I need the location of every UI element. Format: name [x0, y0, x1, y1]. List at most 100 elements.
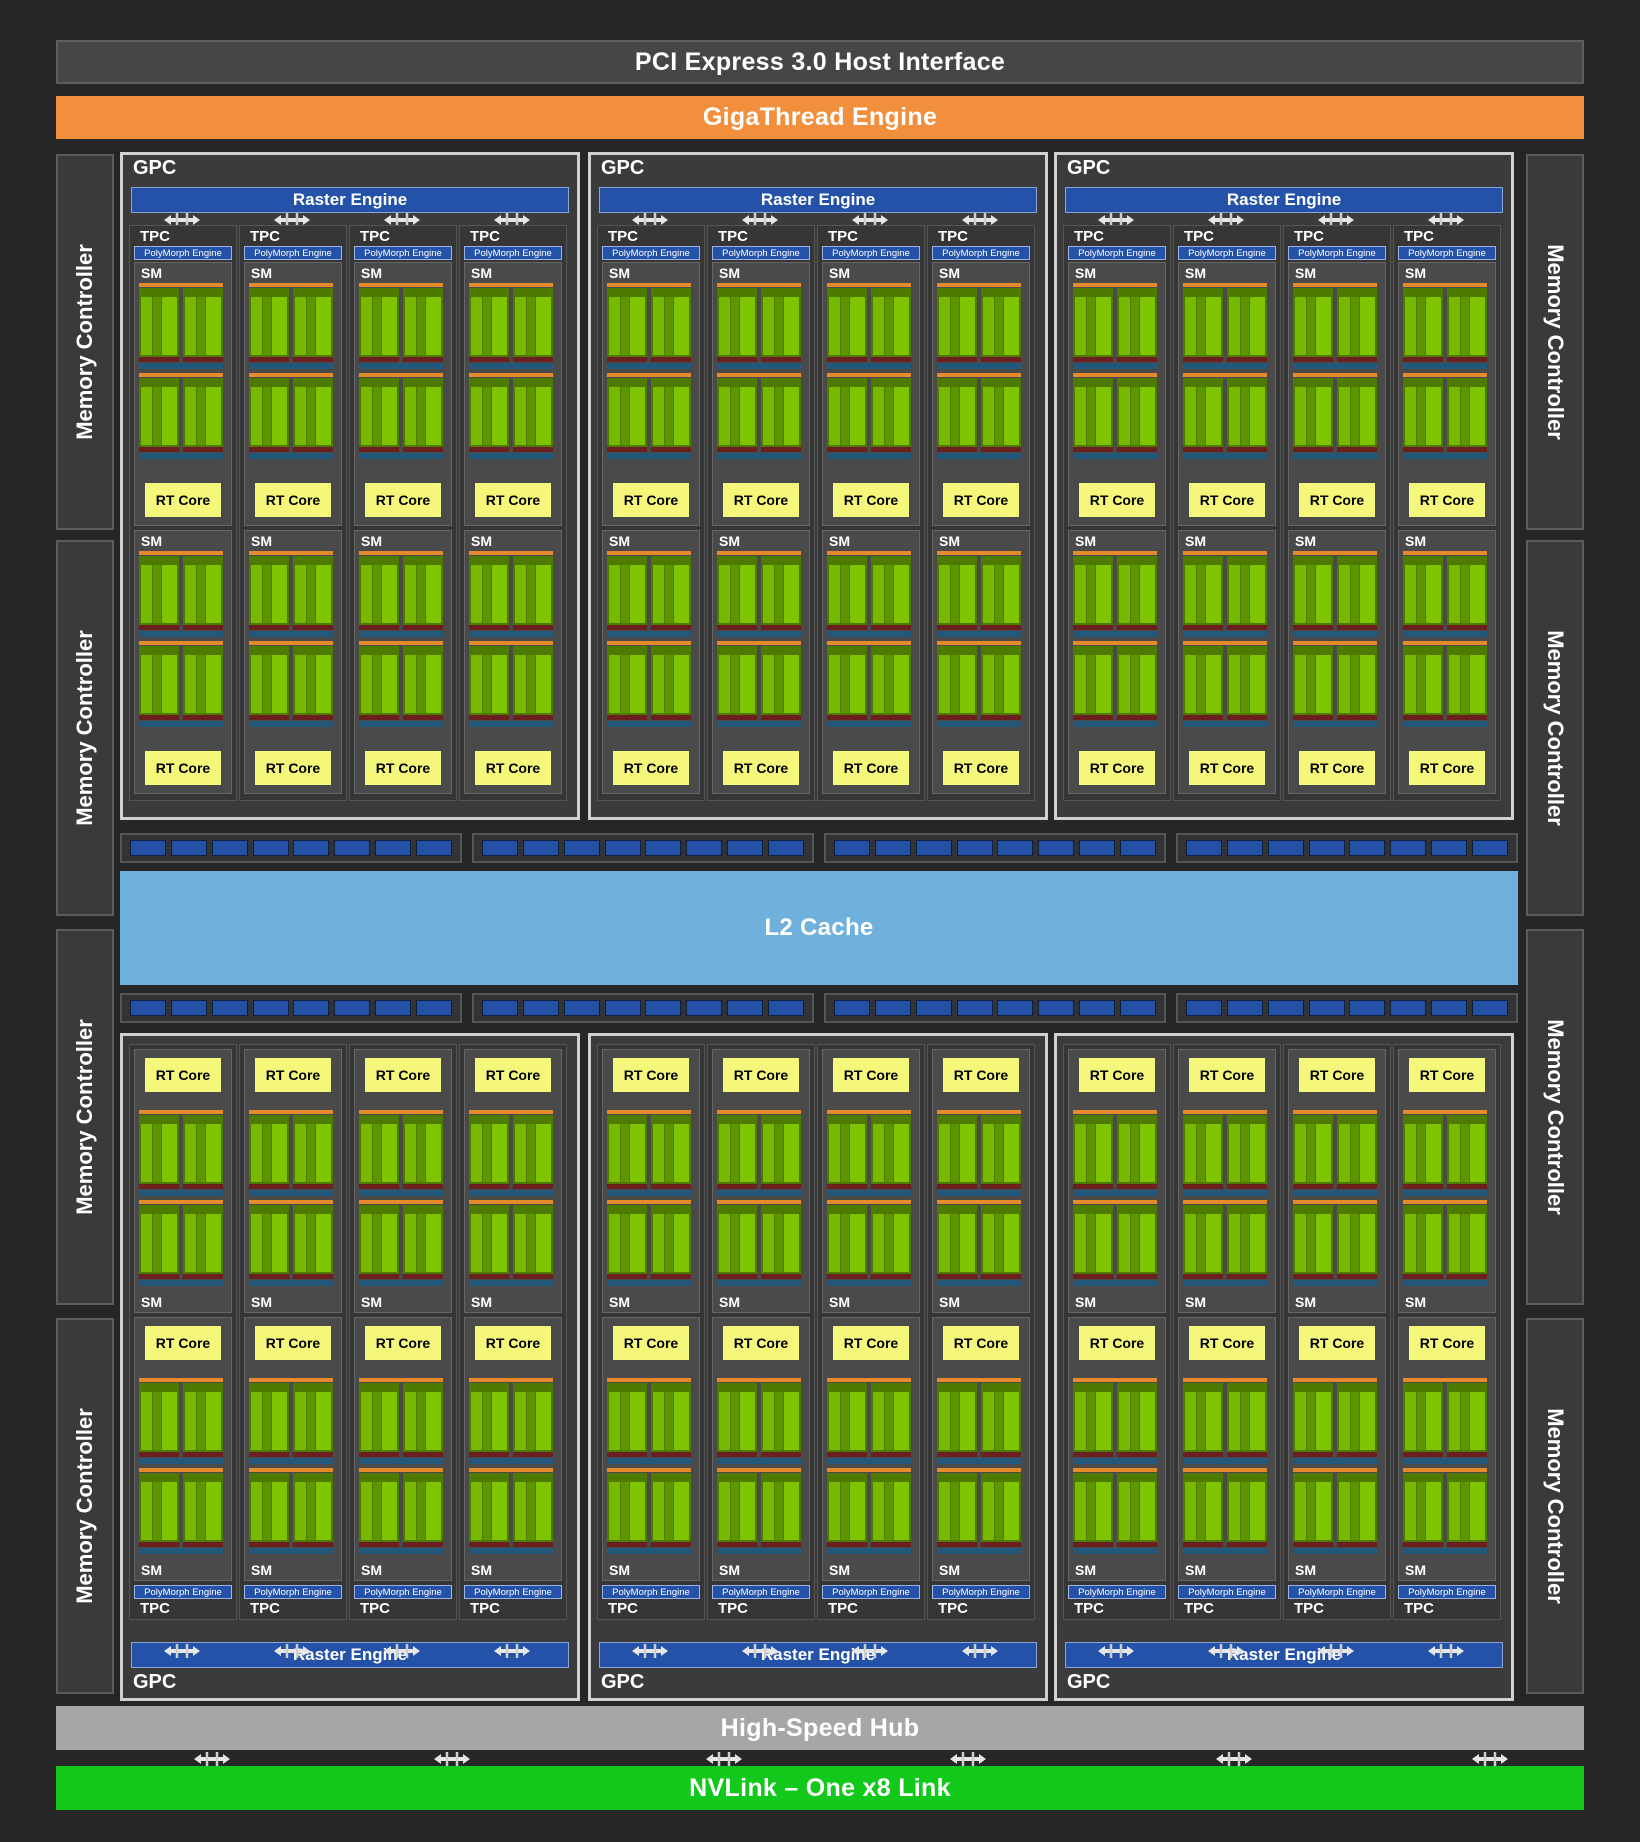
- tpc-block: TPC PolyMorph Engine SM RT Core SM RT Core: [129, 225, 237, 801]
- sm-label: SM: [141, 1562, 162, 1578]
- tpc-block: TPC PolyMorph Engine RT Core SM RT Core SM: [349, 1044, 457, 1620]
- sm-label: SM: [1075, 533, 1096, 549]
- cuda-core-blocks: [1073, 1378, 1157, 1554]
- tpc-label: TPC: [828, 228, 858, 245]
- rt-core: RT Core: [475, 1326, 551, 1360]
- sm-label: SM: [361, 1294, 382, 1310]
- cuda-core-blocks: [607, 551, 691, 727]
- cuda-core-blocks: [717, 1378, 801, 1554]
- memory-channel: [997, 840, 1034, 856]
- polymorph-engine: PolyMorph Engine: [822, 246, 920, 260]
- sm-block: RT Core SM: [932, 1049, 1030, 1313]
- sm-block: RT Core SM: [464, 1317, 562, 1581]
- rt-core: RT Core: [1189, 751, 1265, 785]
- tpc-label: TPC: [250, 1600, 280, 1617]
- memory-channel: [1267, 840, 1304, 856]
- rt-core: RT Core: [145, 483, 221, 517]
- sm-label: SM: [251, 1294, 272, 1310]
- tpc-block: TPC PolyMorph Engine RT Core SM RT Core SM: [597, 1044, 705, 1620]
- sm-label: SM: [471, 1562, 492, 1578]
- sm-label: SM: [609, 265, 630, 281]
- sm-core-array: [1073, 551, 1161, 731]
- sm-core-array: [717, 283, 805, 463]
- sm-label: SM: [719, 265, 740, 281]
- memory-channel: [1038, 1000, 1075, 1016]
- rt-core: RT Core: [723, 751, 799, 785]
- memory-channel: [604, 1000, 641, 1016]
- gpc-block: GPC Raster Engine TPC PolyMorph Engine RT Co…: [588, 1033, 1048, 1701]
- sm-label: SM: [1185, 265, 1206, 281]
- memory-controller-left-2: Memory Controller: [56, 540, 114, 916]
- raster-engine: Raster Engine: [1065, 187, 1503, 213]
- memory-interface-bar: [120, 993, 462, 1023]
- gpc-block: GPC Raster Engine TPC PolyMorph Engine SM RT …: [1054, 152, 1514, 820]
- rt-core: RT Core: [943, 1326, 1019, 1360]
- memory-interface-bar: [824, 833, 1166, 863]
- sm-core-array: [1183, 1110, 1271, 1290]
- sm-block: SM RT Core: [354, 262, 452, 526]
- bidirectional-arrow-icon: [1216, 1752, 1252, 1766]
- rt-core: RT Core: [613, 751, 689, 785]
- sm-block: RT Core SM: [134, 1317, 232, 1581]
- memory-channel: [727, 1000, 764, 1016]
- rt-core: RT Core: [723, 1058, 799, 1092]
- cuda-core-blocks: [717, 283, 801, 459]
- nvlink: NVLink – One x8 Link: [56, 1766, 1584, 1810]
- sm-label: SM: [1295, 533, 1316, 549]
- sm-block: RT Core SM: [822, 1049, 920, 1313]
- sm-block: SM RT Core: [1398, 530, 1496, 794]
- cuda-core-blocks: [937, 283, 1021, 459]
- sm-block: SM RT Core: [464, 530, 562, 794]
- cuda-core-blocks: [607, 1110, 691, 1286]
- sm-block: RT Core SM: [602, 1317, 700, 1581]
- tpc-block: TPC PolyMorph Engine SM RT Core SM RT Core: [459, 225, 567, 801]
- rt-core: RT Core: [1409, 483, 1485, 517]
- cuda-core-blocks: [937, 551, 1021, 727]
- sm-label: SM: [141, 533, 162, 549]
- sm-block: SM RT Core: [602, 262, 700, 526]
- polymorph-engine: PolyMorph Engine: [712, 1585, 810, 1599]
- sm-label: SM: [1295, 265, 1316, 281]
- sm-block: SM RT Core: [712, 262, 810, 526]
- bidirectional-arrow-icon: [632, 1644, 668, 1658]
- gpc-title: GPC: [601, 157, 645, 179]
- rt-core: RT Core: [145, 1058, 221, 1092]
- sm-core-array: [827, 283, 915, 463]
- polymorph-engine: PolyMorph Engine: [354, 1585, 452, 1599]
- memory-interface-bar: [120, 833, 462, 863]
- sm-core-array: [469, 551, 557, 731]
- sm-core-array: [1293, 283, 1381, 463]
- sm-block: SM RT Core: [932, 530, 1030, 794]
- memory-controller-left-4: Memory Controller: [56, 1318, 114, 1694]
- rt-core: RT Core: [1299, 1326, 1375, 1360]
- sm-core-array: [469, 283, 557, 463]
- memory-controller-right-3: Memory Controller: [1526, 929, 1584, 1305]
- sm-label: SM: [939, 533, 960, 549]
- sm-block: SM RT Core: [244, 262, 342, 526]
- sm-core-array: [607, 1378, 695, 1558]
- polymorph-engine: PolyMorph Engine: [932, 1585, 1030, 1599]
- sm-core-array: [469, 1110, 557, 1290]
- sm-block: SM RT Core: [822, 530, 920, 794]
- memory-channel: [956, 840, 993, 856]
- cuda-core-blocks: [1293, 551, 1377, 727]
- sm-label: SM: [1185, 1294, 1206, 1310]
- sm-core-array: [249, 1378, 337, 1558]
- tpc-block: TPC PolyMorph Engine RT Core SM RT Core SM: [817, 1044, 925, 1620]
- memory-channel: [1226, 840, 1263, 856]
- sm-core-array: [249, 551, 337, 731]
- sm-block: RT Core SM: [1068, 1049, 1166, 1313]
- sm-label: SM: [1075, 265, 1096, 281]
- sm-core-array: [607, 1110, 695, 1290]
- memory-channel: [130, 840, 166, 856]
- sm-label: SM: [1075, 1294, 1096, 1310]
- cuda-core-blocks: [827, 283, 911, 459]
- memory-channel: [834, 840, 870, 856]
- cuda-core-blocks: [1293, 1110, 1377, 1286]
- bidirectional-arrow-icon: [1472, 1752, 1508, 1766]
- memory-channel: [645, 1000, 682, 1016]
- sm-label: SM: [939, 1294, 960, 1310]
- tpc-label: TPC: [1074, 228, 1104, 245]
- memory-controller-label: Memory Controller: [72, 244, 97, 440]
- sm-label: SM: [141, 265, 162, 281]
